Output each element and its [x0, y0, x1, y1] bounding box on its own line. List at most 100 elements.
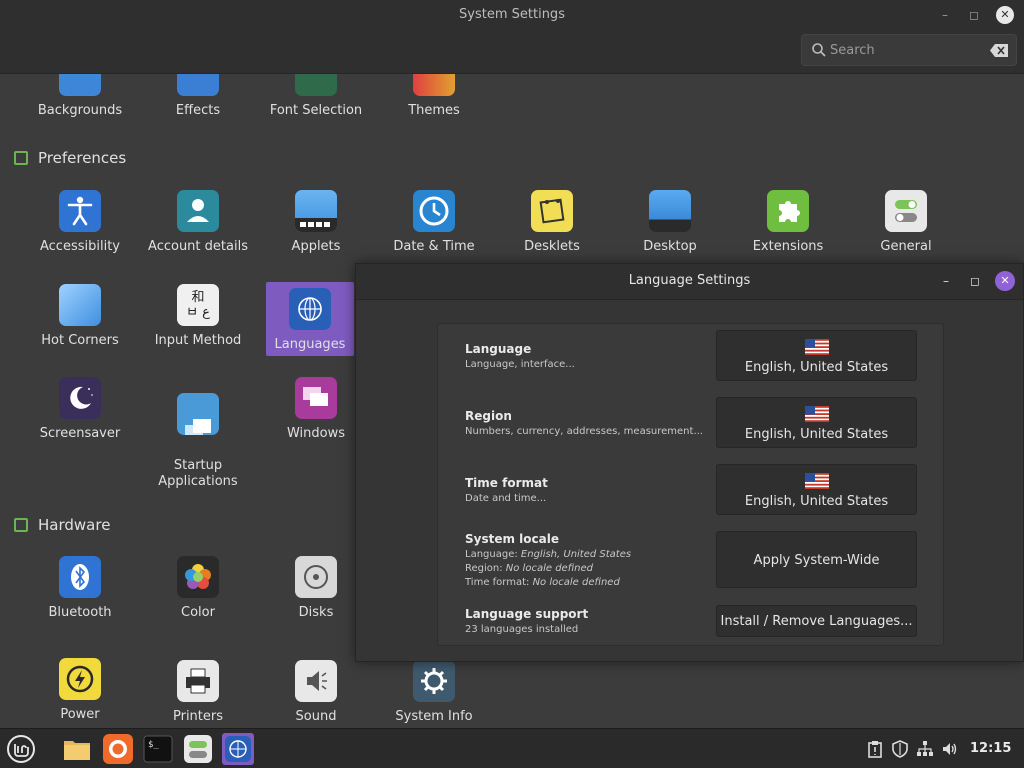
settings-launcher[interactable] [182, 733, 214, 765]
tile-label: Effects [175, 103, 221, 118]
tile-desklets[interactable]: Desklets [493, 190, 611, 255]
header-bar [0, 30, 1024, 74]
hardware-icon [14, 518, 28, 532]
region-subtitle: Numbers, currency, addresses, measuremen… [465, 426, 703, 437]
applets-icon [295, 190, 337, 232]
region-button[interactable]: English, United States [716, 397, 917, 448]
system-locale-heading: System locale [465, 532, 559, 546]
tile-desktop[interactable]: Desktop [611, 190, 729, 255]
language-row-label: Language Language, interface... [465, 342, 575, 372]
tile-date-time[interactable]: Date & Time [375, 190, 493, 255]
dialog-maximize-button[interactable]: ◻ [965, 271, 985, 291]
mint-menu-button[interactable] [5, 733, 37, 765]
language-settings-panel: Language Language, interface... English,… [437, 323, 944, 646]
backgrounds-icon [59, 74, 101, 96]
window-title: System Settings [459, 7, 565, 22]
firefox-launcher[interactable] [102, 733, 134, 765]
hot-corners-icon [59, 284, 101, 326]
close-button[interactable]: ✕ [996, 6, 1014, 24]
shield-icon[interactable] [891, 740, 909, 758]
search-input[interactable] [830, 40, 980, 60]
tile-font-selection[interactable]: Font Selection [257, 74, 375, 119]
account-details-icon [177, 190, 219, 232]
tile-label: Color [181, 605, 215, 620]
install-remove-languages-button[interactable]: Install / Remove Languages... [716, 605, 917, 637]
speaker-icon [295, 660, 337, 702]
language-support-subtitle: 23 languages installed [465, 624, 579, 635]
tile-bluetooth[interactable]: Bluetooth [21, 556, 139, 621]
tile-hot-corners[interactable]: Hot Corners [21, 284, 139, 349]
tile-accessibility[interactable]: Accessibility [21, 190, 139, 255]
section-title: Preferences [38, 149, 127, 167]
tile-backgrounds[interactable]: Backgrounds [21, 74, 139, 119]
tile-themes[interactable]: Themes [375, 74, 493, 119]
languages-window-button[interactable] [222, 733, 254, 765]
files-launcher[interactable] [61, 733, 93, 765]
taskbar: $_ 12:15 [0, 728, 1024, 768]
network-icon[interactable] [916, 740, 934, 758]
clipboard-icon[interactable] [866, 740, 884, 758]
tile-screensaver[interactable]: Screensaver [21, 377, 139, 442]
language-settings-dialog: Language Settings – ◻ ✕ Language Languag… [355, 263, 1024, 662]
tile-label: Bluetooth [48, 605, 112, 620]
tile-label: Backgrounds [37, 103, 123, 118]
svg-text:$_: $_ [148, 740, 159, 750]
power-icon [59, 658, 101, 700]
tile-label: Applets [291, 239, 341, 254]
terminal-icon: $_ [143, 735, 173, 763]
search-box[interactable] [801, 34, 1017, 66]
tile-power[interactable]: Power [21, 658, 139, 723]
clear-search-icon[interactable] [990, 44, 1008, 57]
section-hardware: Hardware [14, 516, 110, 534]
system-locale-row-label: System locale Language: English, United … [465, 532, 631, 590]
section-preferences: Preferences [14, 149, 126, 167]
tile-account-details[interactable]: Account details [139, 190, 257, 255]
desktop-icon [649, 190, 691, 232]
us-flag-icon [804, 473, 829, 489]
clock[interactable]: 12:15 [970, 741, 1011, 756]
tile-effects[interactable]: Effects [139, 74, 257, 119]
toggle-icon [885, 190, 927, 232]
minimize-button[interactable]: – [936, 6, 954, 24]
tile-label: Account details [148, 239, 248, 254]
globe-icon [225, 736, 251, 762]
language-button[interactable]: English, United States [716, 330, 917, 381]
language-support-heading: Language support [465, 607, 589, 621]
region-heading: Region [465, 409, 512, 423]
tile-system-info[interactable]: System Info [375, 660, 493, 725]
clock-icon [413, 190, 455, 232]
tile-label: Languages [274, 337, 346, 352]
dialog-minimize-button[interactable]: – [936, 271, 956, 291]
terminal-launcher[interactable]: $_ [142, 733, 174, 765]
tile-sound[interactable]: Sound [257, 660, 375, 725]
time-format-button[interactable]: English, United States [716, 464, 917, 515]
tile-color[interactable]: Color [139, 556, 257, 621]
tile-label: Disks [298, 605, 334, 620]
disk-icon [295, 556, 337, 598]
tile-printers[interactable]: Printers [139, 660, 257, 725]
dialog-title: Language Settings [628, 273, 751, 288]
maximize-button[interactable]: ◻ [965, 6, 983, 24]
tile-extensions[interactable]: Extensions [729, 190, 847, 255]
tile-general[interactable]: General [847, 190, 965, 255]
dialog-titlebar: Language Settings – ◻ ✕ [356, 264, 1023, 300]
region-value: English, United States [744, 427, 889, 442]
themes-icon [413, 74, 455, 96]
tile-label: Accessibility [40, 239, 120, 254]
search-icon [812, 43, 826, 57]
us-flag-icon [804, 406, 829, 422]
tile-label: General [880, 239, 932, 254]
printer-icon [177, 660, 219, 702]
tile-startup-applications[interactable]: Startup Applications [139, 377, 257, 490]
tile-label: Printers [172, 709, 224, 724]
desklets-icon [531, 190, 573, 232]
volume-icon[interactable] [941, 740, 959, 758]
effects-icon [177, 74, 219, 96]
dialog-close-button[interactable]: ✕ [995, 271, 1015, 291]
language-subtitle: Language, interface... [465, 359, 575, 370]
tile-applets[interactable]: Applets [257, 190, 375, 255]
window-titlebar: System Settings – ◻ ✕ [0, 0, 1024, 30]
tile-input-method[interactable]: 和ㅂ ع Input Method [139, 284, 257, 349]
apply-system-wide-button[interactable]: Apply System-Wide [716, 531, 917, 588]
tile-languages[interactable]: Languages [266, 282, 354, 356]
